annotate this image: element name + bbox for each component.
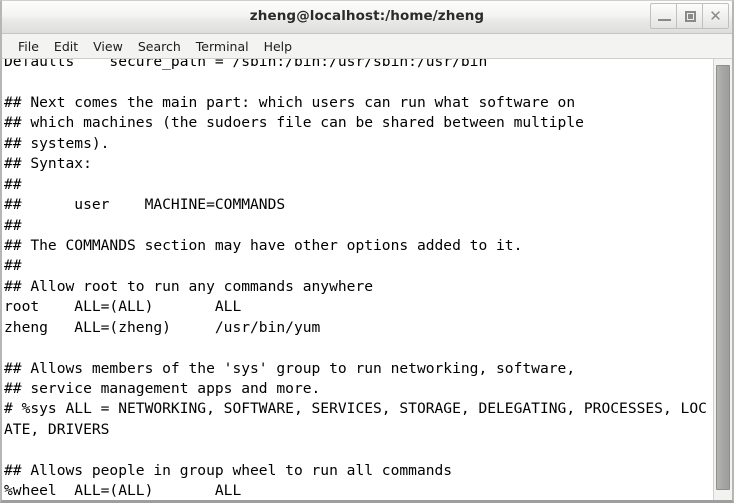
- terminal-line: Defaults secure_path = /sbin:/bin:/usr/s…: [4, 59, 488, 70]
- terminal-line: ATE, DRIVERS: [4, 420, 110, 438]
- minimize-icon: [658, 19, 671, 21]
- minimize-button[interactable]: [650, 3, 677, 29]
- menu-item-edit[interactable]: Edit: [47, 37, 86, 56]
- menu-item-terminal[interactable]: Terminal: [189, 37, 257, 56]
- terminal-line: zheng ALL=(zheng) /usr/bin/yum: [4, 318, 321, 336]
- close-icon: ✕: [709, 7, 722, 25]
- terminal-scrollbar[interactable]: [713, 59, 732, 500]
- menu-item-file[interactable]: File: [11, 37, 47, 56]
- terminal-line: ## systems).: [4, 134, 110, 152]
- maximize-button[interactable]: [676, 3, 703, 29]
- window-title: zheng@localhost:/home/zheng: [249, 8, 485, 24]
- terminal-line: root ALL=(ALL) ALL: [4, 298, 242, 316]
- close-button[interactable]: ✕: [702, 3, 729, 29]
- menu-item-help[interactable]: Help: [257, 37, 301, 56]
- menu-bar: File Edit View Search Terminal Help: [2, 34, 732, 59]
- terminal-window: zheng@localhost:/home/zheng ✕ File Edit …: [0, 0, 734, 503]
- terminal-output[interactable]: Defaults secure_path = /sbin:/bin:/usr/s…: [2, 59, 713, 500]
- terminal-line-list: Defaults secure_path = /sbin:/bin:/usr/s…: [4, 59, 707, 500]
- terminal-line: ## Allows members of the 'sys' group to …: [4, 359, 576, 377]
- terminal-line: ## user MACHINE=COMMANDS: [4, 196, 286, 214]
- terminal-line: ##: [4, 175, 22, 193]
- terminal-line: ##: [4, 216, 22, 234]
- terminal-line: %wheel ALL=(ALL) ALL: [4, 482, 242, 500]
- terminal-line: ## which machines (the sudoers file can …: [4, 114, 584, 132]
- terminal-line: ## The COMMANDS section may have other o…: [4, 236, 523, 254]
- terminal-line: ## Allows people in group wheel to run a…: [4, 461, 453, 479]
- title-bar[interactable]: zheng@localhost:/home/zheng ✕: [2, 1, 732, 34]
- terminal-area: Defaults secure_path = /sbin:/bin:/usr/s…: [2, 59, 732, 500]
- terminal-line: # %sys ALL = NETWORKING, SOFTWARE, SERVI…: [4, 400, 707, 418]
- terminal-line: ## service management apps and more.: [4, 380, 321, 397]
- window-controls: ✕: [650, 3, 729, 29]
- terminal-line: ## Next comes the main part: which users…: [4, 93, 576, 111]
- terminal-line: ##: [4, 257, 22, 275]
- terminal-line: ## Allow root to run any commands anywhe…: [4, 277, 374, 295]
- menu-item-search[interactable]: Search: [131, 37, 189, 56]
- scrollbar-thumb[interactable]: [716, 65, 730, 490]
- maximize-icon: [685, 11, 696, 22]
- menu-item-view[interactable]: View: [86, 37, 131, 56]
- terminal-line: ## Syntax:: [4, 155, 92, 173]
